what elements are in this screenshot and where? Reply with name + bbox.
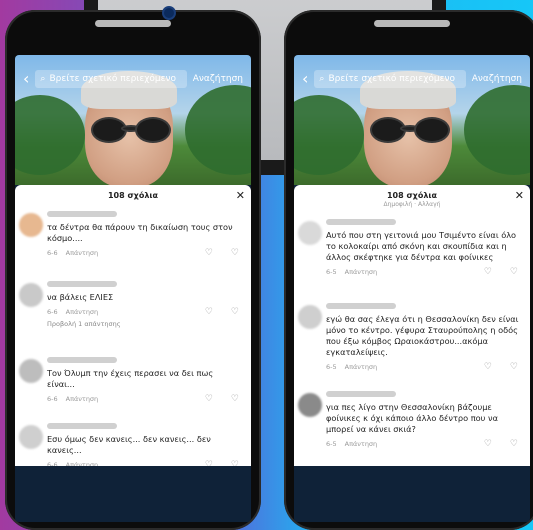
username-blurred[interactable] <box>47 281 117 287</box>
comment-date: 6-5 <box>326 268 337 276</box>
comment-text: εγώ θα σας έλεγα ότι η Θεσσαλονίκη δεν ε… <box>326 314 519 357</box>
comment-text: τα δέντρα θα πάρουν τη δικαίωση τους στο… <box>47 222 233 243</box>
comment-meta: 6-6 Απάντηση ♡ ♡ <box>47 307 243 317</box>
camera-icon <box>162 6 176 20</box>
comment-text: να βάλεις ΕΛΙΕΣ <box>47 292 114 302</box>
screen-right: ‹ ⌕ Βρείτε σχετικό περιεχόμενο Αναζήτηση… <box>294 55 530 522</box>
dislike-icon[interactable]: ♡ <box>231 307 239 317</box>
speaker-notch <box>95 20 171 27</box>
close-icon[interactable]: ✕ <box>515 185 524 207</box>
comment-meta: 6-6 Απάντηση ♡ ♡ <box>47 394 243 404</box>
comment-date: 6-6 <box>47 308 58 316</box>
reply-button[interactable]: Απάντηση <box>345 440 378 448</box>
phone-right: ‹ ⌕ Βρείτε σχετικό περιεχόμενο Αναζήτηση… <box>284 10 533 530</box>
comment-text: Τον Όλυμπ την έχεις περασει να δει πως ε… <box>47 368 214 389</box>
username-blurred[interactable] <box>47 357 117 363</box>
video-thumbnail[interactable]: ‹ ⌕ Βρείτε σχετικό περιεχόμενο Αναζήτηση <box>294 55 530 185</box>
comment-meta: 6-6 Απάντηση ♡ ♡ <box>47 248 243 258</box>
dislike-icon[interactable]: ♡ <box>231 394 239 404</box>
reply-button[interactable]: Απάντηση <box>345 363 378 371</box>
comments-header: 108 σχόλια ✕ <box>15 185 251 207</box>
dislike-icon[interactable]: ♡ <box>231 248 239 258</box>
search-placeholder: Βρείτε σχετικό περιεχόμενο <box>49 74 177 84</box>
dislike-icon[interactable]: ♡ <box>510 439 518 449</box>
video-thumbnail[interactable]: ‹ ⌕ Βρείτε σχετικό περιεχόμενο Αναζήτηση <box>15 55 251 185</box>
comment-date: 6-5 <box>326 440 337 448</box>
comments-sheet: 108 σχόλια ✕ τα δέντρα θα πάρουν τη δικα… <box>15 185 251 470</box>
like-icon[interactable]: ♡ <box>484 362 492 372</box>
comments-header: 108 σχόλια ✕ <box>294 185 530 207</box>
sunglasses <box>91 117 171 143</box>
search-input[interactable]: ⌕ Βρείτε σχετικό περιεχόμενο <box>35 70 187 88</box>
comment-item: Τον Όλυμπ την έχεις περασει να δει πως ε… <box>15 357 251 404</box>
comment-text: για πες λίγο στην Θεσσαλονίκη βάζουμε φο… <box>326 402 498 434</box>
username-blurred[interactable] <box>326 219 396 225</box>
phone-left: ‹ ⌕ Βρείτε σχετικό περιεχόμενο Αναζήτηση… <box>5 10 261 530</box>
close-icon[interactable]: ✕ <box>236 185 245 207</box>
avatar[interactable] <box>19 425 43 449</box>
comment-text: Εσυ όμως δεν κανεις... δεν κανεις... δεν… <box>47 434 211 455</box>
tree-shape <box>294 95 364 175</box>
screen-left: ‹ ⌕ Βρείτε σχετικό περιεχόμενο Αναζήτηση… <box>15 55 251 522</box>
comment-date: 6-5 <box>326 363 337 371</box>
dislike-icon[interactable]: ♡ <box>510 362 518 372</box>
search-placeholder: Βρείτε σχετικό περιεχόμενο <box>328 74 456 84</box>
avatar[interactable] <box>19 283 43 307</box>
sunglasses <box>370 117 450 143</box>
comment-item: Εσυ όμως δεν κανεις... δεν κανεις... δεν… <box>15 423 251 470</box>
tree-shape <box>185 85 251 175</box>
search-input[interactable]: ⌕ Βρείτε σχετικό περιεχόμενο <box>314 70 466 88</box>
reply-button[interactable]: Απάντηση <box>66 308 99 316</box>
speaker-notch <box>374 20 450 27</box>
search-icon: ⌕ <box>40 74 46 84</box>
like-icon[interactable]: ♡ <box>205 394 213 404</box>
comment-item: Αυτό που στη γειτονιά μου Τσιμέντο είναι… <box>294 219 530 277</box>
search-button[interactable]: Αναζήτηση <box>472 74 522 84</box>
search-button[interactable]: Αναζήτηση <box>193 74 243 84</box>
username-blurred[interactable] <box>326 391 396 397</box>
comment-item: τα δέντρα θα πάρουν τη δικαίωση τους στο… <box>15 211 251 258</box>
avatar[interactable] <box>19 359 43 383</box>
username-blurred[interactable] <box>47 211 117 217</box>
avatar[interactable] <box>19 213 43 237</box>
reply-button[interactable]: Απάντηση <box>345 268 378 276</box>
comment-meta: 6-5 Απάντηση ♡ ♡ <box>326 439 522 449</box>
comments-count: 108 σχόλια <box>386 191 438 200</box>
comment-item: για πες λίγο στην Θεσσαλονίκη βάζουμε φο… <box>294 391 530 449</box>
avatar[interactable] <box>298 221 322 245</box>
back-arrow-icon[interactable]: ‹ <box>302 71 308 87</box>
back-arrow-icon[interactable]: ‹ <box>23 71 29 87</box>
like-icon[interactable]: ♡ <box>205 248 213 258</box>
comments-count: 108 σχόλια <box>107 191 159 200</box>
reply-button[interactable]: Απάντηση <box>66 249 99 257</box>
avatar[interactable] <box>298 305 322 329</box>
comment-text: Αυτό που στη γειτονιά μου Τσιμέντο είναι… <box>326 230 517 262</box>
comment-item: εγώ θα σας έλεγα ότι η Θεσσαλονίκη δεν ε… <box>294 303 530 372</box>
tree-shape <box>464 85 530 175</box>
search-bar: ‹ ⌕ Βρείτε σχετικό περιεχόμενο Αναζήτηση <box>15 67 251 91</box>
tree-shape <box>15 95 85 175</box>
comments-sheet: 108 σχόλια ✕ Δημοφιλή · Αλλαγή Αυτό που … <box>294 185 530 469</box>
like-icon[interactable]: ♡ <box>484 267 492 277</box>
like-icon[interactable]: ♡ <box>205 307 213 317</box>
comment-meta: 6-5 Απάντηση ♡ ♡ <box>326 362 522 372</box>
view-replies-link[interactable]: Προβολή 1 απάντησης <box>47 320 243 328</box>
like-icon[interactable]: ♡ <box>484 439 492 449</box>
comment-date: 6-6 <box>47 395 58 403</box>
comment-meta: 6-5 Απάντηση ♡ ♡ <box>326 267 522 277</box>
search-icon: ⌕ <box>319 74 325 84</box>
dislike-icon[interactable]: ♡ <box>510 267 518 277</box>
avatar[interactable] <box>298 393 322 417</box>
comment-date: 6-6 <box>47 249 58 257</box>
comment-item: να βάλεις ΕΛΙΕΣ 6-6 Απάντηση ♡ ♡ Προβολή… <box>15 281 251 328</box>
bottom-bar <box>294 466 530 522</box>
username-blurred[interactable] <box>47 423 117 429</box>
bottom-bar <box>15 466 251 522</box>
search-bar: ‹ ⌕ Βρείτε σχετικό περιεχόμενο Αναζήτηση <box>294 67 530 91</box>
username-blurred[interactable] <box>326 303 396 309</box>
reply-button[interactable]: Απάντηση <box>66 395 99 403</box>
